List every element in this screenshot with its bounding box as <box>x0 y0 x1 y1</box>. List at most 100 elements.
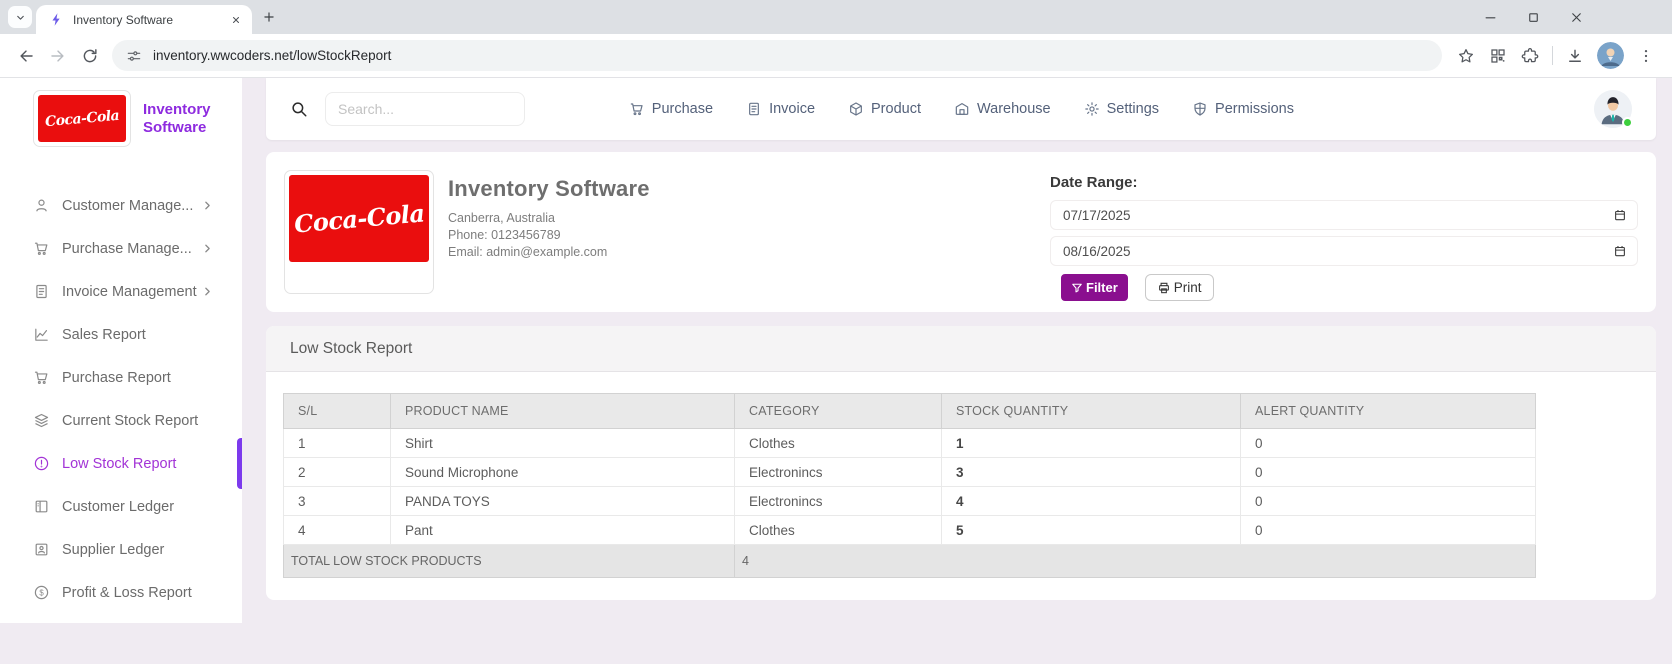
extensions-puzzle-icon[interactable] <box>1514 40 1546 72</box>
nav-link-permissions[interactable]: Permissions <box>1192 101 1294 117</box>
nav-link-purchase[interactable]: Purchase <box>629 101 713 117</box>
total-label: TOTAL LOW STOCK PRODUCTS <box>284 545 735 578</box>
sidebar-item-profit-loss-report[interactable]: $ Profit & Loss Report <box>0 571 242 614</box>
back-button[interactable] <box>10 40 42 72</box>
sidebar-item-current-stock-report[interactable]: Current Stock Report <box>0 399 242 442</box>
coca-cola-logo-text: Coca-Cola <box>293 198 426 238</box>
layers-icon <box>33 412 50 429</box>
browser-toolbar: inventory.wwcoders.net/lowStockReport <box>0 34 1672 78</box>
qr-share-icon[interactable] <box>1482 40 1514 72</box>
sidebar-menu: Customer Manage... Purchase Manage... In… <box>0 184 242 614</box>
shield-icon <box>1192 101 1208 117</box>
sidebar-item-sales-report[interactable]: Sales Report <box>0 313 242 356</box>
sidebar-item-supplier-ledger[interactable]: Supplier Ledger <box>0 528 242 571</box>
ledger-icon <box>33 498 50 515</box>
favicon-bolt-icon <box>49 12 64 27</box>
sidebar: Coca-Cola Inventory Software Customer Ma… <box>0 78 242 623</box>
user-avatar[interactable] <box>1594 90 1632 128</box>
col-alert-quantity: ALERT QUANTITY <box>1241 394 1536 429</box>
low-stock-report-card: Low Stock Report S/L PRODUCT NAME CATEGO… <box>266 326 1656 600</box>
nav-link-product[interactable]: Product <box>848 101 921 117</box>
reload-button[interactable] <box>74 40 106 72</box>
toolbar-divider <box>1552 46 1553 65</box>
sidebar-item-invoice-management[interactable]: Invoice Management <box>0 270 242 313</box>
sidebar-item-purchase-report[interactable]: Purchase Report <box>0 356 242 399</box>
table-row: 1 Shirt Clothes 1 0 <box>284 429 1536 458</box>
chevron-down-icon <box>15 12 26 23</box>
warehouse-icon <box>954 101 970 117</box>
sidebar-item-customer-ledger[interactable]: Customer Ledger <box>0 485 242 528</box>
chevron-right-icon <box>201 199 214 212</box>
forward-button[interactable] <box>42 40 74 72</box>
url-text: inventory.wwcoders.net/lowStockReport <box>153 48 391 63</box>
invoice-icon <box>746 101 762 117</box>
maximize-icon[interactable] <box>1526 10 1541 25</box>
filter-button[interactable]: Filter <box>1061 274 1128 301</box>
col-product-name: PRODUCT NAME <box>391 394 735 429</box>
url-bar[interactable]: inventory.wwcoders.net/lowStockReport <box>112 40 1442 71</box>
cart-icon <box>629 101 645 117</box>
table-row: 4 Pant Clothes 5 0 <box>284 516 1536 545</box>
close-window-icon[interactable] <box>1569 10 1584 25</box>
browser-tab[interactable]: Inventory Software <box>36 5 252 34</box>
chevron-right-icon <box>201 242 214 255</box>
main-content: Purchase Invoice Product Warehouse Setti… <box>242 78 1672 664</box>
new-tab-button[interactable] <box>260 8 278 26</box>
date-from-input[interactable]: 07/17/2025 <box>1050 200 1638 230</box>
invoice-icon <box>33 283 50 300</box>
chevron-right-icon <box>201 285 214 298</box>
minimize-icon[interactable] <box>1483 10 1498 25</box>
company-name: Inventory Software <box>448 176 650 202</box>
tab-strip: Inventory Software <box>0 0 1672 34</box>
coca-cola-logo-text: Coca-Cola <box>44 107 119 129</box>
nav-link-settings[interactable]: Settings <box>1084 101 1159 117</box>
date-range-label: Date Range: <box>1050 174 1638 191</box>
sidebar-item-low-stock-report[interactable]: Low Stock Report <box>0 442 242 485</box>
company-address: Canberra, Australia <box>448 210 650 227</box>
site-info-icon[interactable] <box>126 48 142 64</box>
bookmark-star-icon[interactable] <box>1450 40 1482 72</box>
total-value: 4 <box>735 545 1536 578</box>
cart-icon <box>33 240 50 257</box>
col-stock-quantity: STOCK QUANTITY <box>942 394 1241 429</box>
browser-window: Inventory Software inventory.wwcoders.ne… <box>0 0 1672 664</box>
nav-link-warehouse[interactable]: Warehouse <box>954 101 1051 117</box>
chart-line-icon <box>33 326 50 343</box>
company-email: Email: admin@example.com <box>448 244 650 261</box>
gear-icon <box>1084 101 1100 117</box>
company-info: Inventory Software Canberra, Australia P… <box>448 170 650 294</box>
tab-close-icon[interactable] <box>227 11 244 28</box>
sidebar-item-customer-management[interactable]: Customer Manage... <box>0 184 242 227</box>
table-row: 2 Sound Microphone Electronincs 3 0 <box>284 458 1536 487</box>
search-icon <box>290 100 308 118</box>
downloads-icon[interactable] <box>1559 40 1591 72</box>
col-sl: S/L <box>284 394 391 429</box>
browser-menu-kebab-icon[interactable] <box>1630 40 1662 72</box>
printer-icon <box>1157 281 1171 295</box>
company-phone: Phone: 0123456789 <box>448 227 650 244</box>
search-input[interactable] <box>325 92 525 126</box>
plus-icon <box>262 10 276 24</box>
date-to-input[interactable]: 08/16/2025 <box>1050 236 1638 266</box>
calendar-icon[interactable] <box>1613 244 1627 258</box>
browser-profile-avatar[interactable] <box>1597 42 1624 69</box>
supplier-icon <box>33 541 50 558</box>
app-title: Inventory Software <box>143 101 211 137</box>
print-button[interactable]: Print <box>1145 274 1214 301</box>
online-status-dot <box>1622 117 1633 128</box>
tab-title: Inventory Software <box>73 13 227 27</box>
cart-icon <box>33 369 50 386</box>
table-footer-row: TOTAL LOW STOCK PRODUCTS 4 <box>284 545 1536 578</box>
user-icon <box>33 197 50 214</box>
company-logo-large: Coca-Cola <box>284 170 434 294</box>
table-row: 3 PANDA TOYS Electronincs 4 0 <box>284 487 1536 516</box>
tab-search-button[interactable] <box>8 6 32 28</box>
sidebar-item-purchase-management[interactable]: Purchase Manage... <box>0 227 242 270</box>
date-range-block: Date Range: 07/17/2025 08/16/2025 Filter <box>1050 170 1638 294</box>
col-category: CATEGORY <box>735 394 942 429</box>
svg-text:$: $ <box>39 588 44 597</box>
calendar-icon[interactable] <box>1613 208 1627 222</box>
company-logo: Coca-Cola <box>33 90 131 147</box>
sidebar-brand: Coca-Cola Inventory Software <box>0 78 242 147</box>
nav-link-invoice[interactable]: Invoice <box>746 101 815 117</box>
